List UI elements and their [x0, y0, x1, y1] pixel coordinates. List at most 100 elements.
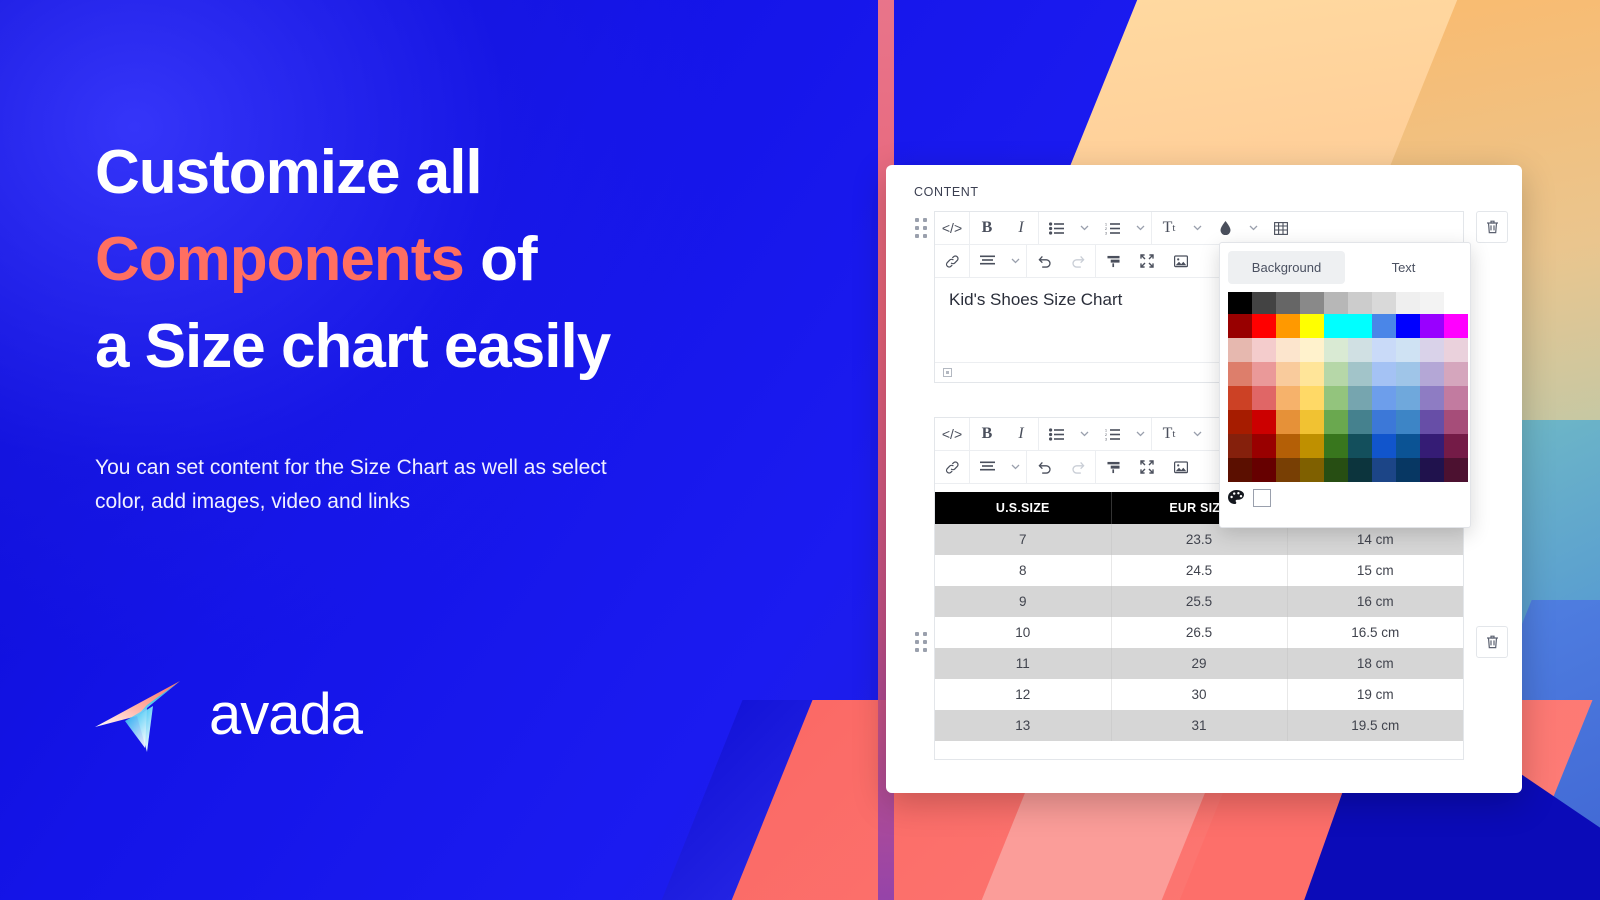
color-swatch[interactable]	[1348, 314, 1372, 338]
color-swatch[interactable]	[1228, 292, 1252, 314]
tab-background[interactable]: Background	[1228, 251, 1345, 284]
color-swatch[interactable]	[1396, 314, 1420, 338]
color-swatch[interactable]	[1300, 314, 1324, 338]
delete-table-block-button[interactable]	[1476, 626, 1508, 658]
color-swatch[interactable]	[1324, 314, 1348, 338]
color-swatch[interactable]	[1348, 458, 1372, 482]
color-droplet-icon[interactable]	[1208, 212, 1242, 245]
code-icon[interactable]: </>	[935, 418, 969, 451]
color-swatch[interactable]	[1276, 362, 1300, 386]
link-icon[interactable]	[935, 451, 969, 484]
color-swatch[interactable]	[1420, 434, 1444, 458]
color-chevron-down-icon[interactable]	[1242, 212, 1264, 245]
color-swatch[interactable]	[1396, 292, 1420, 314]
color-swatch[interactable]	[1276, 338, 1300, 362]
palette-icon[interactable]	[1228, 490, 1245, 506]
clear-format-eraser-icon[interactable]	[1096, 245, 1130, 278]
color-swatch[interactable]	[1324, 386, 1348, 410]
color-swatch[interactable]	[1228, 458, 1252, 482]
color-swatch[interactable]	[1252, 410, 1276, 434]
drag-handle-table-block[interactable]	[908, 417, 934, 867]
color-swatch[interactable]	[1228, 314, 1252, 338]
fullscreen-expand-icon[interactable]	[1130, 245, 1164, 278]
color-swatch[interactable]	[1348, 386, 1372, 410]
code-icon[interactable]: </>	[935, 212, 969, 245]
color-swatch[interactable]	[1396, 338, 1420, 362]
color-swatch[interactable]	[1252, 434, 1276, 458]
color-swatch[interactable]	[1324, 338, 1348, 362]
color-swatch[interactable]	[1396, 362, 1420, 386]
color-swatch[interactable]	[1372, 292, 1396, 314]
link-icon[interactable]	[935, 245, 969, 278]
color-swatch[interactable]	[1348, 292, 1372, 314]
color-swatch[interactable]	[1228, 434, 1252, 458]
color-swatch[interactable]	[1372, 314, 1396, 338]
bullet-list-icon[interactable]	[1039, 418, 1073, 451]
color-swatch[interactable]	[1228, 386, 1252, 410]
color-swatch[interactable]	[1300, 386, 1324, 410]
color-swatch[interactable]	[1372, 458, 1396, 482]
color-swatch[interactable]	[1228, 338, 1252, 362]
color-swatch[interactable]	[1252, 314, 1276, 338]
color-swatch[interactable]	[1444, 314, 1468, 338]
font-size-icon[interactable]: Tt	[1152, 212, 1186, 245]
color-swatch[interactable]	[1396, 386, 1420, 410]
color-swatch[interactable]	[1300, 458, 1324, 482]
current-color-swatch[interactable]	[1253, 489, 1271, 507]
color-swatch[interactable]	[1372, 386, 1396, 410]
color-swatch[interactable]	[1444, 434, 1468, 458]
font-size-icon[interactable]: Tt	[1152, 418, 1186, 451]
color-swatch[interactable]	[1444, 386, 1468, 410]
align-chevron-down-icon[interactable]	[1004, 245, 1026, 278]
color-swatch[interactable]	[1228, 410, 1252, 434]
color-swatch[interactable]	[1348, 410, 1372, 434]
color-swatch[interactable]	[1324, 458, 1348, 482]
redo-icon[interactable]	[1061, 245, 1095, 278]
font-size-chevron-down-icon[interactable]	[1186, 212, 1208, 245]
color-swatch[interactable]	[1444, 292, 1468, 314]
color-swatch[interactable]	[1420, 314, 1444, 338]
color-swatch[interactable]	[1324, 434, 1348, 458]
color-swatch[interactable]	[1276, 434, 1300, 458]
color-swatch[interactable]	[1252, 458, 1276, 482]
color-swatch[interactable]	[1396, 410, 1420, 434]
color-swatch[interactable]	[1300, 292, 1324, 314]
color-swatch[interactable]	[1444, 362, 1468, 386]
align-icon[interactable]	[970, 451, 1004, 484]
numbered-list-chevron-down-icon[interactable]	[1129, 418, 1151, 451]
color-swatch[interactable]	[1276, 314, 1300, 338]
fullscreen-expand-icon[interactable]	[1130, 451, 1164, 484]
tab-text[interactable]: Text	[1345, 251, 1462, 284]
color-swatch[interactable]	[1228, 362, 1252, 386]
numbered-list-icon[interactable]: 123	[1095, 212, 1129, 245]
color-swatch[interactable]	[1276, 410, 1300, 434]
color-swatch[interactable]	[1444, 458, 1468, 482]
color-swatch[interactable]	[1396, 458, 1420, 482]
color-swatch[interactable]	[1372, 338, 1396, 362]
color-swatch[interactable]	[1324, 292, 1348, 314]
drag-handle-title-block[interactable]	[908, 211, 934, 245]
color-swatch[interactable]	[1348, 434, 1372, 458]
color-swatch[interactable]	[1300, 434, 1324, 458]
color-swatch[interactable]	[1420, 386, 1444, 410]
italic-button[interactable]: I	[1004, 418, 1038, 451]
image-icon[interactable]	[1164, 245, 1198, 278]
color-swatch[interactable]	[1444, 410, 1468, 434]
clear-format-eraser-icon[interactable]	[1096, 451, 1130, 484]
bold-button[interactable]: B	[970, 212, 1004, 245]
color-swatch[interactable]	[1300, 410, 1324, 434]
numbered-list-chevron-down-icon[interactable]	[1129, 212, 1151, 245]
color-swatch[interactable]	[1276, 386, 1300, 410]
color-swatch[interactable]	[1324, 362, 1348, 386]
color-swatch[interactable]	[1372, 434, 1396, 458]
color-swatch[interactable]	[1420, 362, 1444, 386]
italic-button[interactable]: I	[1004, 212, 1038, 245]
color-swatch[interactable]	[1348, 362, 1372, 386]
color-swatch[interactable]	[1300, 362, 1324, 386]
color-swatch[interactable]	[1252, 362, 1276, 386]
undo-icon[interactable]	[1027, 451, 1061, 484]
color-swatch[interactable]	[1276, 292, 1300, 314]
align-chevron-down-icon[interactable]	[1004, 451, 1026, 484]
bullet-list-icon[interactable]	[1039, 212, 1073, 245]
undo-icon[interactable]	[1027, 245, 1061, 278]
